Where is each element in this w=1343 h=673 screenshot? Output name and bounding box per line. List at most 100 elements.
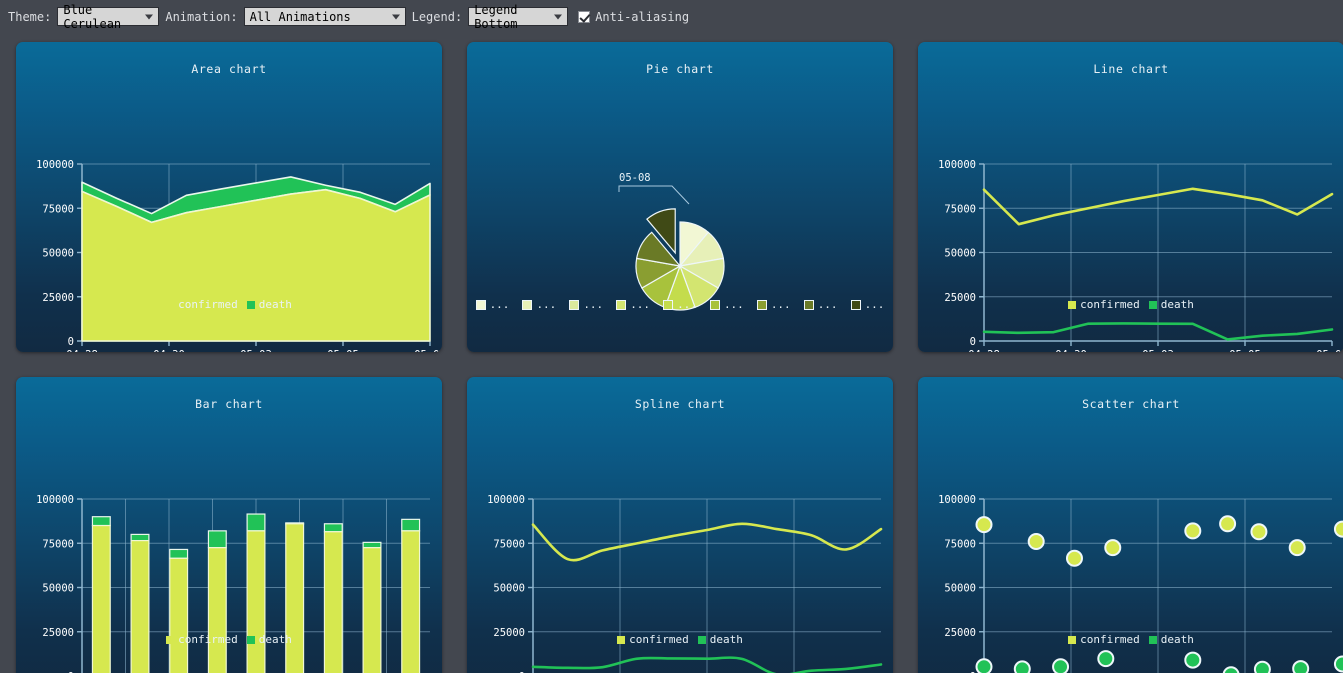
chart-title: Pie chart xyxy=(646,62,714,76)
chart-legend: confirmed death xyxy=(918,298,1343,311)
legend-swatch xyxy=(1068,635,1077,644)
theme-select-value: Blue Cerulean xyxy=(63,2,122,31)
legend-item[interactable]: death xyxy=(246,298,292,311)
svg-text:50000: 50000 xyxy=(42,248,74,260)
panel-line-chart: Line chart 025000500007500010000004-2804… xyxy=(918,42,1343,352)
legend-item-label: confirmed xyxy=(178,298,238,311)
legend-item[interactable]: ... xyxy=(616,298,650,311)
legend-item[interactable]: death xyxy=(1148,298,1194,311)
chart-legend: ........................... xyxy=(467,298,893,311)
chart-legend: confirmed death xyxy=(918,633,1343,646)
legend-item-label: ... xyxy=(630,298,651,311)
legend-swatch xyxy=(850,299,861,310)
svg-text:05-03: 05-03 xyxy=(240,349,272,352)
legend-item[interactable]: death xyxy=(1148,633,1194,646)
legend-item[interactable]: confirmed xyxy=(617,633,689,646)
chart-legend: confirmed death xyxy=(16,633,442,646)
legend-item[interactable]: ... xyxy=(522,298,556,311)
svg-text:100000: 100000 xyxy=(938,494,976,506)
checkbox-icon[interactable] xyxy=(578,10,591,23)
chart-title: Scatter chart xyxy=(1082,397,1180,411)
legend-item[interactable]: confirmed xyxy=(1068,633,1140,646)
legend-item-label: ... xyxy=(677,298,697,311)
animation-label: Animation: xyxy=(165,9,238,24)
legend-item-label: ... xyxy=(770,298,791,311)
theme-label: Theme: xyxy=(8,9,52,24)
legend-item[interactable]: confirmed xyxy=(1068,298,1140,311)
legend-item[interactable]: confirmed xyxy=(166,298,238,311)
animation-select[interactable]: All Animations xyxy=(243,7,406,26)
svg-text:04-30: 04-30 xyxy=(153,349,185,352)
svg-text:50000: 50000 xyxy=(944,583,976,595)
legend-swatch xyxy=(1068,300,1077,309)
legend-item[interactable]: death xyxy=(246,633,292,646)
legend-item[interactable]: ... xyxy=(850,298,885,311)
legend-swatch xyxy=(617,635,626,644)
svg-text:100000: 100000 xyxy=(36,159,74,171)
svg-text:75000: 75000 xyxy=(42,538,74,550)
legend-select-value: Legend Bottom xyxy=(474,2,518,31)
svg-text:04-28: 04-28 xyxy=(66,349,98,352)
svg-text:100000: 100000 xyxy=(938,159,976,171)
legend-item-label: ... xyxy=(536,298,557,311)
svg-text:50000: 50000 xyxy=(944,248,976,260)
svg-text:05-08: 05-08 xyxy=(1316,349,1343,352)
legend-swatch xyxy=(803,299,814,310)
antialiasing-label: Anti-aliasing xyxy=(595,9,690,24)
legend-swatch xyxy=(166,300,175,309)
chart-title: Line chart xyxy=(1093,62,1169,76)
chart-legend: confirmed death xyxy=(467,633,893,646)
legend-item-label: confirmed xyxy=(1080,298,1140,311)
legend-select[interactable]: Legend Bottom xyxy=(468,3,569,31)
legend-item-label: ... xyxy=(583,298,604,311)
legend-swatch xyxy=(1148,300,1157,309)
svg-text:05-08: 05-08 xyxy=(619,172,651,184)
svg-text:0: 0 xyxy=(970,336,976,348)
legend-swatch xyxy=(246,300,255,309)
legend-item-label: confirmed xyxy=(178,633,238,646)
legend-item[interactable]: ... xyxy=(709,298,744,311)
panel-bar-chart: Bar chart 02500050000750001000000...0...… xyxy=(16,377,442,673)
legend-item[interactable]: ... xyxy=(475,298,510,311)
legend-item[interactable]: ... xyxy=(663,298,697,311)
animation-select-value: All Animations xyxy=(249,9,351,24)
chart-title: Spline chart xyxy=(634,397,726,411)
legend-item-label: death xyxy=(709,633,743,646)
svg-text:04-30: 04-30 xyxy=(1055,349,1087,352)
svg-text:100000: 100000 xyxy=(36,494,74,506)
legend-swatch xyxy=(616,299,627,310)
svg-text:75000: 75000 xyxy=(944,203,976,215)
legend-item-label: ... xyxy=(723,298,744,311)
theme-select[interactable]: Blue Cerulean xyxy=(57,3,160,31)
svg-text:50000: 50000 xyxy=(42,583,74,595)
legend-swatch xyxy=(569,299,580,310)
chart-legend: confirmed death xyxy=(16,298,442,311)
legend-item[interactable]: ... xyxy=(569,298,603,311)
antialiasing-checkbox[interactable]: Anti-aliasing xyxy=(578,10,689,24)
svg-text:05-05: 05-05 xyxy=(1229,349,1261,352)
panel-spline-chart: Spline chart 025000500007500010000004-28… xyxy=(467,377,893,673)
legend-item[interactable]: death xyxy=(697,633,743,646)
legend-item-label: confirmed xyxy=(629,633,689,646)
legend-item[interactable]: ... xyxy=(803,298,838,311)
chevron-down-icon xyxy=(391,14,400,19)
legend-item[interactable]: confirmed xyxy=(166,633,238,646)
legend-item[interactable]: ... xyxy=(756,298,791,311)
svg-text:05-03: 05-03 xyxy=(1142,349,1174,352)
legend-swatch xyxy=(756,299,767,310)
legend-item-label: death xyxy=(1160,298,1194,311)
legend-item-label: ... xyxy=(864,298,885,311)
legend-item-label: ... xyxy=(489,298,510,311)
legend-swatch xyxy=(697,635,706,644)
chart-title: Area chart xyxy=(191,62,267,76)
legend-item-label: death xyxy=(258,633,292,646)
legend-item-label: death xyxy=(258,298,292,311)
svg-text:05-05: 05-05 xyxy=(327,349,359,352)
legend-item-label: confirmed xyxy=(1080,633,1140,646)
chevron-down-icon xyxy=(554,14,563,19)
svg-text:50000: 50000 xyxy=(493,583,525,595)
svg-text:75000: 75000 xyxy=(944,538,976,550)
legend-swatch xyxy=(663,299,674,310)
legend-item-label: death xyxy=(1160,633,1194,646)
legend-swatch xyxy=(246,635,255,644)
